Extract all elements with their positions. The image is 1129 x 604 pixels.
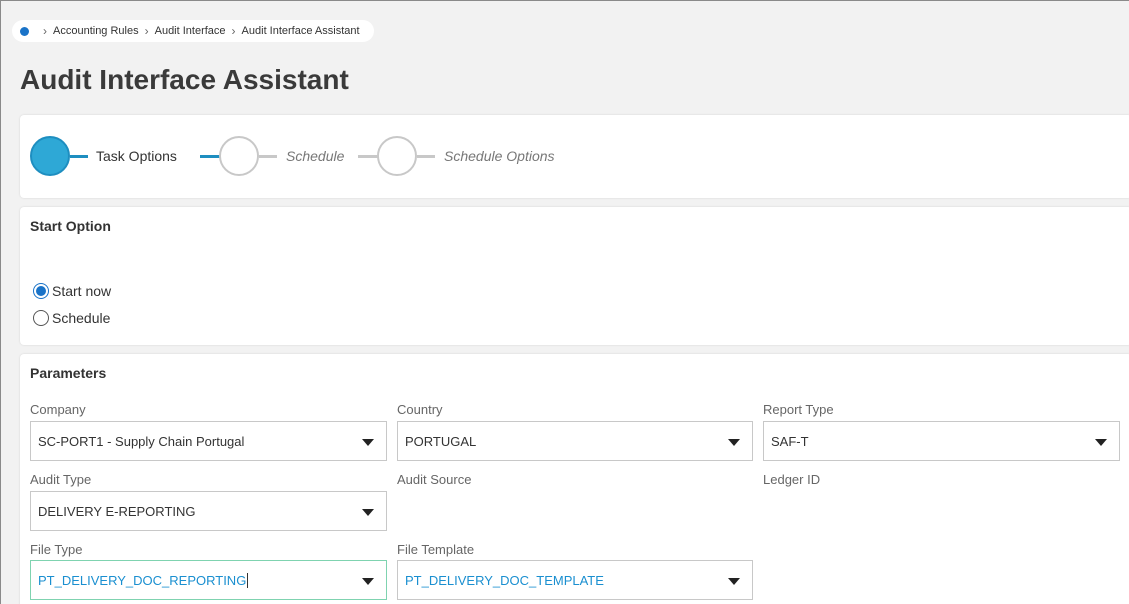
report-type-value: SAF-T (771, 433, 809, 449)
company-select[interactable]: SC-PORT1 - Supply Chain Portugal (30, 421, 387, 461)
file-template-value: PT_DELIVERY_DOC_TEMPLATE (405, 572, 604, 588)
radio-label-schedule[interactable]: Schedule (52, 310, 110, 326)
caret-down-icon[interactable] (728, 439, 740, 446)
window-top-border (0, 0, 1129, 1)
audit-source-label: Audit Source (397, 472, 472, 487)
file-template-select[interactable]: PT_DELIVERY_DOC_TEMPLATE (397, 560, 753, 600)
step-connector (70, 155, 88, 158)
ledger-id-label: Ledger ID (763, 472, 821, 487)
country-value: PORTUGAL (405, 433, 477, 449)
step-circle-task-options[interactable] (30, 136, 70, 176)
step-label-schedule-options[interactable]: Schedule Options (444, 147, 555, 165)
step-connector (417, 155, 435, 158)
caret-down-icon[interactable] (362, 578, 374, 585)
breadcrumb-item-audit-interface[interactable]: Audit Interface (155, 25, 226, 37)
chevron-right-icon: › (144, 24, 149, 38)
radio-schedule[interactable]: Schedule (33, 310, 110, 326)
audit-type-value: DELIVERY E-REPORTING (38, 503, 196, 519)
stepper-card: Task Options Schedule Schedule Options (20, 115, 1129, 198)
breadcrumb-item-audit-interface-assistant: Audit Interface Assistant (241, 25, 360, 37)
chevron-right-icon: › (231, 24, 236, 38)
step-connector (200, 155, 220, 158)
file-template-label: File Template (397, 542, 475, 557)
caret-down-icon[interactable] (362, 439, 374, 446)
breadcrumb-item-accounting-rules[interactable]: Accounting Rules (53, 25, 139, 37)
step-label-schedule[interactable]: Schedule (286, 147, 344, 165)
radio-button-checked[interactable] (33, 283, 49, 299)
radio-start-now[interactable]: Start now (33, 283, 111, 299)
start-option-card: Start Option Start now Schedule (20, 207, 1129, 345)
company-label: Company (30, 402, 86, 417)
report-type-label: Report Type (763, 402, 834, 417)
step-connector (358, 155, 378, 158)
country-label: Country (397, 402, 443, 417)
company-value: SC-PORT1 - Supply Chain Portugal (38, 433, 245, 449)
chevron-right-icon: › (43, 24, 47, 38)
section-title-parameters: Parameters (30, 365, 107, 381)
step-label-task-options[interactable]: Task Options (96, 147, 177, 165)
file-type-label: File Type (30, 542, 83, 557)
home-icon[interactable] (20, 26, 29, 36)
country-select[interactable]: PORTUGAL (397, 421, 753, 461)
step-connector (259, 155, 277, 158)
caret-down-icon[interactable] (728, 578, 740, 585)
parameters-card: Parameters Company SC-PORT1 - Supply Cha… (20, 354, 1129, 604)
file-type-value: PT_DELIVERY_DOC_REPORTING (38, 572, 247, 588)
report-type-select[interactable]: SAF-T (763, 421, 1120, 461)
breadcrumb: › Accounting Rules › Audit Interface › A… (12, 20, 374, 42)
step-circle-schedule[interactable] (219, 136, 259, 176)
wizard-stepper: Task Options Schedule Schedule Options (30, 135, 730, 177)
text-cursor (247, 572, 249, 588)
audit-type-select[interactable]: DELIVERY E-REPORTING (30, 491, 387, 531)
step-circle-schedule-options[interactable] (377, 136, 417, 176)
window-left-border (0, 0, 1, 604)
file-type-select[interactable]: PT_DELIVERY_DOC_REPORTING (30, 560, 387, 600)
page-title: Audit Interface Assistant (20, 64, 349, 95)
radio-button-unchecked[interactable] (33, 310, 49, 326)
caret-down-icon[interactable] (1095, 439, 1107, 446)
section-title-start-option: Start Option (30, 218, 111, 234)
caret-down-icon[interactable] (362, 509, 374, 516)
radio-label-start-now[interactable]: Start now (52, 283, 111, 299)
audit-type-label: Audit Type (30, 472, 92, 487)
